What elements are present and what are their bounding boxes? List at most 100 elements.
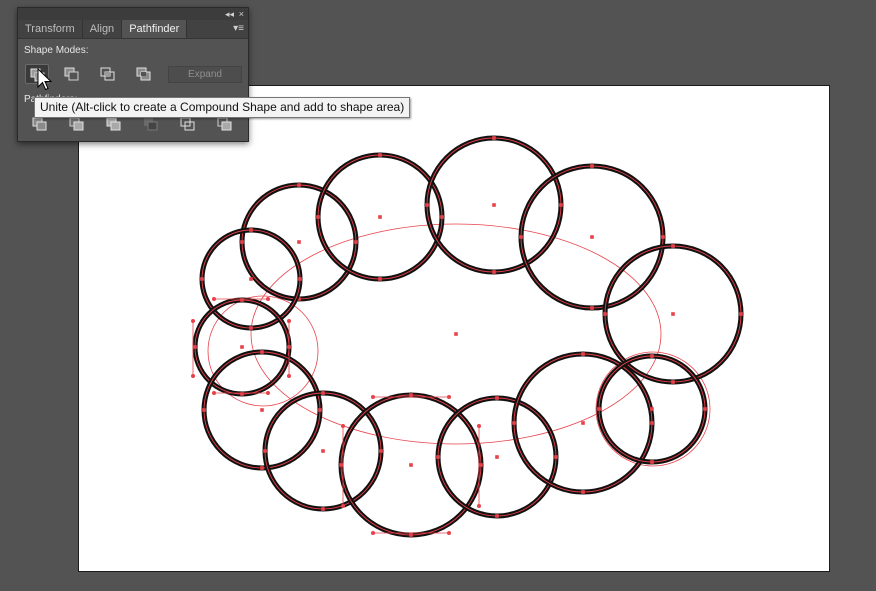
center-point <box>321 449 325 453</box>
anchor-point <box>240 240 244 244</box>
anchor-point <box>671 244 675 248</box>
anchor-point <box>263 449 267 453</box>
tab-pathfinder[interactable]: Pathfinder <box>122 20 188 38</box>
anchor-point <box>492 270 496 274</box>
anchor-point <box>492 136 496 140</box>
handle-point <box>266 297 270 301</box>
anchor-point <box>650 354 654 358</box>
handle-point <box>477 504 481 508</box>
anchor-point <box>260 350 264 354</box>
divide-icon <box>32 117 47 131</box>
anchor-point <box>378 153 382 157</box>
anchor-point <box>479 463 483 467</box>
anchor-point <box>298 277 302 281</box>
center-point <box>260 408 264 412</box>
minus-front-button[interactable] <box>60 64 84 84</box>
anchor-point <box>436 455 440 459</box>
anchor-point <box>650 460 654 464</box>
handle-point <box>371 531 375 535</box>
exclude-icon <box>136 67 151 81</box>
anchor-point <box>650 421 654 425</box>
panel-title-bar[interactable]: ◂◂ × <box>18 8 248 20</box>
unite-tooltip: Unite (Alt-click to create a Compound Sh… <box>34 97 411 118</box>
anchor-point <box>249 326 253 330</box>
center-point <box>409 463 413 467</box>
anchor-point <box>440 215 444 219</box>
shape-modes-label: Shape Modes: <box>24 45 89 56</box>
handle-point <box>191 319 195 323</box>
anchor-point <box>661 235 665 239</box>
handle-point <box>287 374 291 378</box>
anchor-point <box>321 391 325 395</box>
anchor-point <box>249 228 253 232</box>
center-point <box>671 312 675 316</box>
minus-back-icon <box>217 117 232 131</box>
trim-icon <box>69 117 84 131</box>
handle-point <box>447 531 451 535</box>
handle-point <box>447 395 451 399</box>
crop-icon <box>144 118 158 131</box>
center-point <box>590 235 594 239</box>
handle-point <box>266 391 270 395</box>
intersect-icon <box>100 67 115 81</box>
panel-menu-icon[interactable]: ▾≡ <box>233 23 244 35</box>
anchor-point <box>193 345 197 349</box>
anchor-point <box>378 277 382 281</box>
anchor-point <box>590 306 594 310</box>
outline-icon <box>180 117 195 131</box>
anchor-point <box>671 380 675 384</box>
handle-point <box>341 424 345 428</box>
anchor-point <box>316 215 320 219</box>
anchor-point <box>597 407 601 411</box>
handle-point <box>212 391 216 395</box>
expand-button[interactable]: Expand <box>168 66 242 83</box>
tab-transform[interactable]: Transform <box>18 20 83 38</box>
artwork-canvas[interactable] <box>79 86 831 573</box>
anchor-point <box>260 466 264 470</box>
anchor-point <box>318 408 322 412</box>
anchor-point <box>379 449 383 453</box>
anchor-point <box>297 183 301 187</box>
collapse-panel-icon[interactable]: ◂◂ <box>225 8 234 20</box>
anchor-point <box>425 203 429 207</box>
center-point <box>297 240 301 244</box>
handle-point <box>191 374 195 378</box>
tab-align[interactable]: Align <box>83 20 123 38</box>
anchor-point <box>554 455 558 459</box>
handle-point <box>212 297 216 301</box>
anchor-point <box>519 235 523 239</box>
anchor-point <box>321 507 325 511</box>
anchor-point <box>703 407 707 411</box>
exclude-button[interactable] <box>132 64 156 84</box>
minus-front-icon <box>64 67 79 81</box>
close-panel-icon[interactable]: × <box>239 8 244 20</box>
anchor-point <box>202 408 206 412</box>
anchor-point <box>354 240 358 244</box>
anchor-point <box>581 352 585 356</box>
center-point <box>454 332 458 336</box>
center-point <box>378 215 382 219</box>
anchor-point <box>409 393 413 397</box>
anchor-point <box>512 421 516 425</box>
anchor-point <box>590 164 594 168</box>
anchor-point <box>495 514 499 518</box>
center-point <box>492 203 496 207</box>
handle-point <box>287 319 291 323</box>
anchor-point <box>581 490 585 494</box>
artboard[interactable] <box>78 85 830 572</box>
anchor-point <box>409 533 413 537</box>
intersect-button[interactable] <box>96 64 120 84</box>
anchor-point <box>339 463 343 467</box>
center-point <box>495 455 499 459</box>
handle-point <box>477 424 481 428</box>
center-point <box>581 421 585 425</box>
handle-point <box>371 395 375 399</box>
panel-tabs: Transform Align Pathfinder ▾≡ <box>18 20 248 39</box>
arrow-cursor-icon <box>37 68 53 91</box>
handle-point <box>341 504 345 508</box>
anchor-point <box>559 203 563 207</box>
anchor-point <box>739 312 743 316</box>
center-point <box>650 407 654 411</box>
anchor-point <box>603 312 607 316</box>
center-point <box>249 277 253 281</box>
